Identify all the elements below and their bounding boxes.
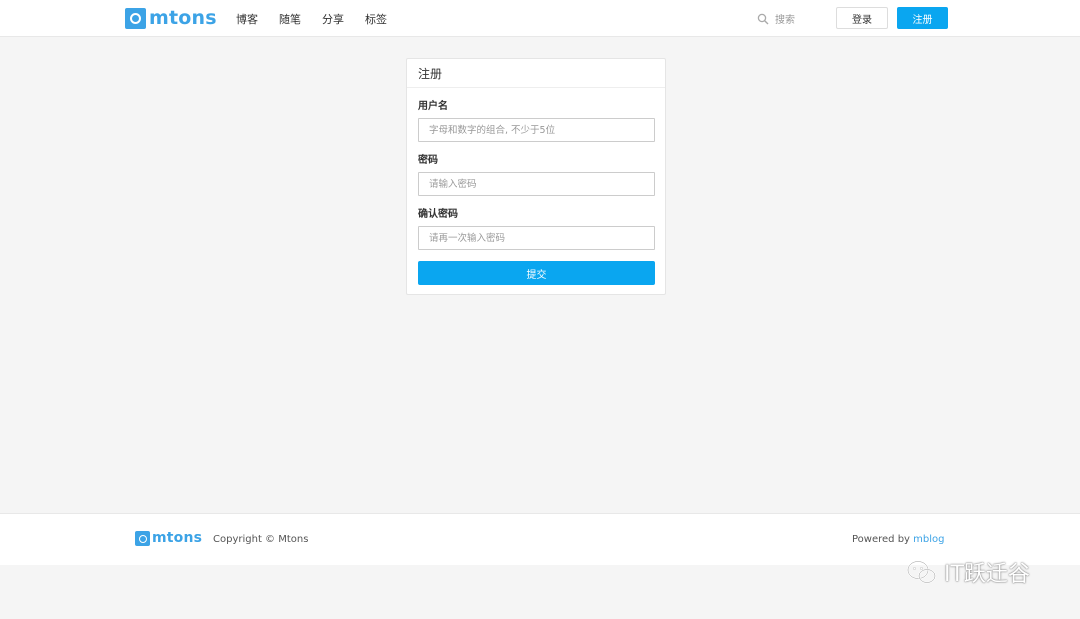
panel-title: 注册 [407,59,665,88]
powered-prefix: Powered by [852,534,914,545]
nav-item-tags[interactable]: 标签 [365,11,387,27]
confirm-password-input[interactable] [418,226,655,250]
logo-icon [125,8,146,29]
username-label: 用户名 [418,101,448,112]
username-input[interactable] [418,118,655,142]
copyright-text: Copyright © Mtons [213,534,309,545]
brand-logo[interactable]: mtons [125,8,217,29]
login-button[interactable]: 登录 [836,7,888,29]
confirm-password-label: 确认密码 [418,209,458,220]
watermark-text: IT跃迁谷 [944,562,1030,587]
password-label: 密码 [418,155,438,166]
register-button[interactable]: 注册 [897,7,948,29]
footer-logo-text: mtons [152,530,203,546]
powered-by: Powered by mblog [852,534,944,545]
search-box[interactable]: 搜索 [757,11,795,26]
main-nav: 博客 随笔 分享 标签 [236,0,408,37]
nav-item-share[interactable]: 分享 [322,11,344,27]
register-panel: 注册 用户名 密码 确认密码 提交 [406,58,666,295]
mblog-link[interactable]: mblog [913,534,944,545]
register-form: 用户名 密码 确认密码 提交 [407,100,665,285]
top-navbar: mtons 博客 随笔 分享 标签 搜索 登录 注册 [0,0,1080,37]
search-icon [757,13,769,24]
nav-item-blog[interactable]: 博客 [236,11,258,27]
submit-button[interactable]: 提交 [418,261,655,285]
search-placeholder: 搜索 [775,15,795,26]
wechat-icon [907,560,936,584]
password-input[interactable] [418,172,655,196]
nav-item-notes[interactable]: 随笔 [279,11,301,27]
footer-logo-icon [135,531,150,546]
wechat-watermark: IT跃迁谷 [906,556,1030,588]
footer-logo[interactable]: mtons [135,531,202,546]
logo-text: mtons [149,7,217,29]
